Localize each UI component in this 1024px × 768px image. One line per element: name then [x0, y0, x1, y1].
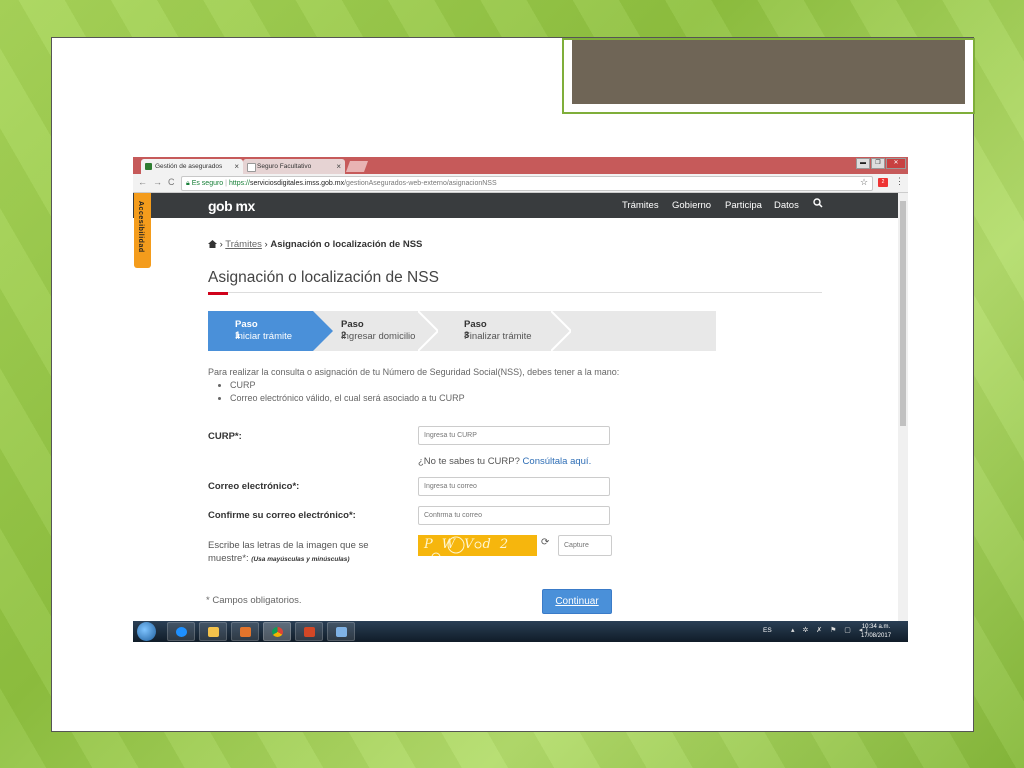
captcha-image: PWVd2 — [418, 535, 537, 556]
ie-taskbar-icon[interactable] — [167, 622, 195, 641]
close-tab-icon[interactable]: × — [336, 159, 341, 174]
clock-date: 17/08/2017 — [861, 633, 892, 639]
step-chevron-icon — [418, 311, 438, 351]
language-indicator[interactable]: ES — [763, 627, 772, 634]
intro-text: Para realizar la consulta o asignación d… — [208, 366, 619, 405]
home-icon[interactable] — [208, 240, 217, 248]
refresh-captcha-icon[interactable]: ⟳ — [541, 537, 549, 548]
bookmark-star-icon[interactable]: ☆ — [860, 177, 868, 188]
tab-seguro-facultativo[interactable]: Seguro Facultativo × — [243, 159, 345, 174]
captcha-text: PWVd2 — [424, 537, 518, 552]
slide-title-placeholder — [562, 38, 975, 114]
intro-paragraph: Para realizar la consulta o asignación d… — [208, 367, 620, 377]
tab-label: Seguro Facultativo — [257, 163, 312, 170]
close-window-button[interactable]: ✕ — [886, 158, 906, 169]
curp-input[interactable] — [418, 426, 610, 445]
back-icon[interactable]: ← — [138, 177, 147, 187]
confirm-email-label: Confirme su correo electrónico*: — [208, 510, 356, 521]
extension-icon[interactable]: 2 — [878, 178, 888, 187]
nav-tramites[interactable]: Trámites — [622, 200, 659, 211]
search-icon[interactable] — [813, 198, 823, 208]
url-bar[interactable]: 🔒︎ Es seguro | https://serviciosdigitale… — [181, 176, 873, 191]
accessibility-label: Accesibilidad — [137, 201, 144, 253]
page-title: Asignación o localización de NSS — [208, 269, 439, 286]
tab-gestion-asegurados[interactable]: Gestión de asegurados × — [141, 159, 243, 174]
step-label: Iniciar trámite — [235, 331, 293, 342]
system-tray-icons[interactable]: ▴ ✲ ✗ ⚑ ▢ ◂) — [791, 626, 871, 634]
clock-time: 10:34 a.m. — [861, 624, 891, 630]
title-divider — [208, 292, 822, 293]
email-label: Correo electrónico*: — [208, 481, 300, 492]
taskbar-clock[interactable]: 10:34 a.m. 17/08/2017 — [861, 623, 891, 641]
captcha-note: (Usa mayúsculas y minúsculas) — [251, 556, 350, 563]
reload-icon[interactable]: C — [168, 177, 175, 187]
gobmx-logo[interactable]: gob mx — [208, 198, 255, 214]
consult-curp-link[interactable]: Consúltala aquí. — [523, 456, 592, 467]
media-player-taskbar-icon[interactable] — [231, 622, 259, 641]
windows-taskbar: ES ▴ ✲ ✗ ⚑ ▢ ◂) 10:34 a.m. 17/08/2017 — [133, 621, 908, 642]
curp-help-text: ¿No te sabes tu CURP? — [418, 456, 520, 467]
tab-label: Gestión de asegurados — [155, 163, 223, 170]
curp-label: CURP*: — [208, 431, 242, 442]
forward-icon[interactable]: → — [153, 177, 162, 187]
url-path: /gestionAsegurados-web-externo/asignacio… — [344, 180, 497, 187]
explorer-taskbar-icon[interactable] — [199, 622, 227, 641]
required-fields-note: * Campos obligatorios. — [206, 595, 302, 606]
new-tab-button[interactable] — [345, 161, 369, 172]
window-controls: ▬ ❐ ✕ — [856, 158, 906, 169]
chrome-taskbar-icon[interactable] — [263, 622, 291, 641]
step-label: Finalizar trámite — [464, 331, 532, 342]
email-input[interactable] — [418, 477, 610, 496]
close-tab-icon[interactable]: × — [234, 159, 239, 174]
address-bar-row: ← → C 🔒︎ Es seguro | https://serviciosdi… — [133, 174, 908, 193]
browser-screenshot: Gestión de asegurados × Seguro Facultati… — [133, 157, 908, 642]
breadcrumb: › Trámites › Asignación o localización d… — [208, 239, 422, 250]
page-scrollbar[interactable] — [898, 193, 908, 621]
breadcrumb-tramites-link[interactable]: Trámites — [225, 239, 262, 250]
url-host: serviciosdigitales.imss.gob.mx — [249, 180, 345, 187]
breadcrumb-separator: › — [264, 239, 268, 250]
accessibility-tab[interactable]: Accesibilidad — [134, 193, 151, 268]
nav-datos[interactable]: Datos — [774, 200, 799, 211]
progress-steps: Paso 1 Iniciar trámite Paso 2 Ingresar d… — [208, 311, 716, 351]
minimize-button[interactable]: ▬ — [856, 158, 870, 169]
confirm-email-input[interactable] — [418, 506, 610, 525]
continue-button[interactable]: Continuar — [542, 589, 612, 614]
browser-tab-bar: Gestión de asegurados × Seguro Facultati… — [133, 157, 908, 174]
captcha-label: Escribe las letras de la imagen que se m… — [208, 539, 398, 566]
curp-help: ¿No te sabes tu CURP? Consúltala aquí. — [418, 456, 591, 467]
breadcrumb-separator: › — [219, 239, 223, 250]
imss-favicon-icon — [145, 163, 152, 170]
requirements-list: CURP Correo electrónico válido, el cual … — [208, 379, 619, 405]
url-scheme: https:// — [228, 180, 250, 187]
list-item: Correo electrónico válido, el cual será … — [230, 392, 619, 405]
scrollbar-thumb[interactable] — [900, 201, 906, 426]
title-accent-bar — [208, 292, 228, 295]
captcha-input[interactable] — [558, 535, 612, 556]
restore-button[interactable]: ❐ — [871, 158, 885, 169]
step-chevron-icon — [551, 311, 571, 351]
browser-menu-icon[interactable]: ⋮ — [895, 176, 904, 187]
lock-icon: 🔒︎ — [186, 180, 190, 187]
list-item: CURP — [230, 379, 619, 392]
web-page: gob mx Trámites Gobierno Participa Datos… — [133, 193, 898, 621]
step-label: Ingresar domicilio — [341, 331, 416, 342]
secure-label: Es seguro — [191, 180, 224, 187]
page-favicon-icon — [247, 163, 256, 172]
breadcrumb-current: Asignación o localización de NSS — [270, 239, 423, 250]
site-header: gob mx Trámites Gobierno Participa Datos — [133, 193, 898, 218]
powerpoint-taskbar-icon[interactable] — [295, 622, 323, 641]
start-button[interactable] — [137, 622, 156, 641]
paint-taskbar-icon[interactable] — [327, 622, 355, 641]
nav-gobierno[interactable]: Gobierno — [672, 200, 711, 211]
nav-participa[interactable]: Participa — [725, 200, 762, 211]
